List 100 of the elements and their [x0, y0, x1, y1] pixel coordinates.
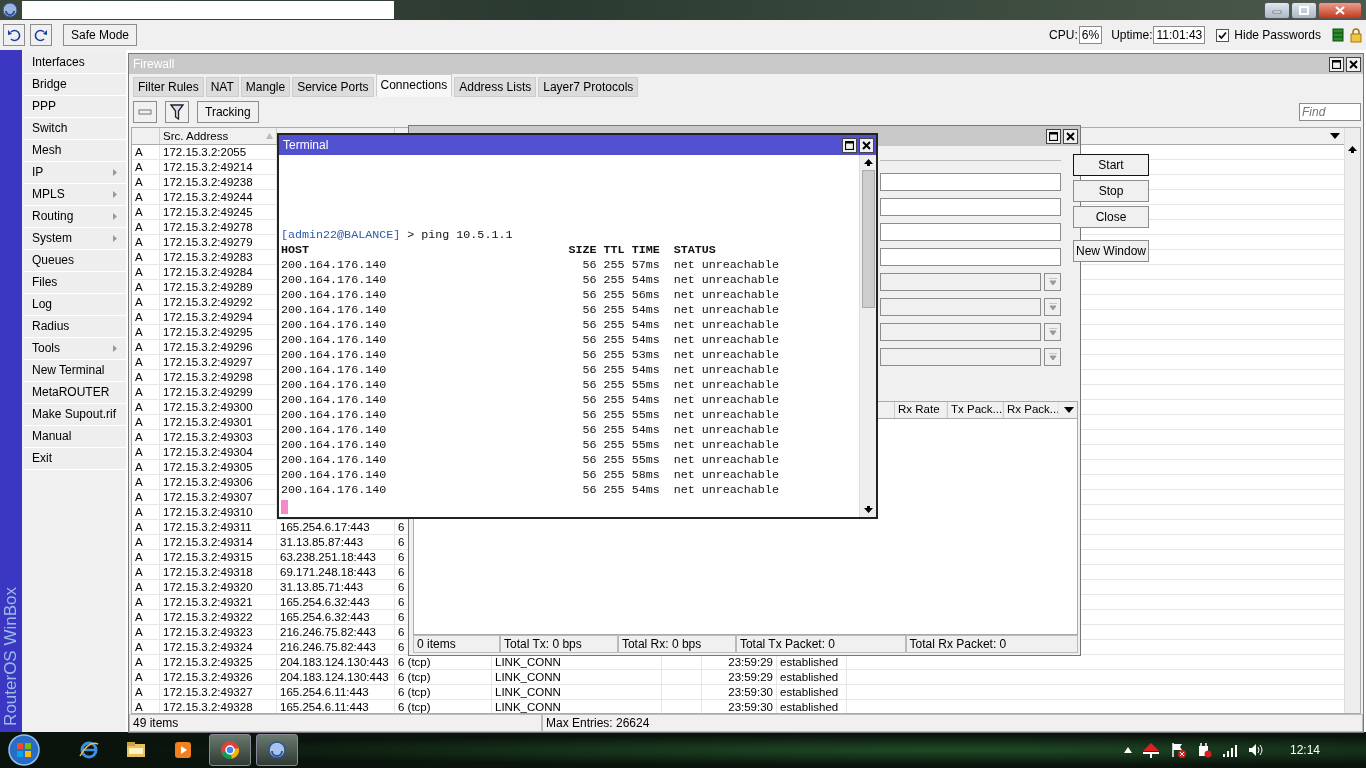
close-button[interactable] — [1063, 128, 1078, 144]
tab[interactable]: Service Ports — [292, 77, 374, 97]
table-cell: 172.15.3.2:49315 — [160, 550, 277, 564]
signal-icon[interactable] — [1221, 743, 1238, 757]
terminal-text: 56 — [581, 318, 597, 333]
maximize-button[interactable] — [1046, 128, 1061, 144]
terminal-text: 56 — [581, 423, 597, 438]
column-header[interactable]: Rx Pack... — [1003, 402, 1059, 418]
scroll-up-icon[interactable] — [1348, 146, 1357, 153]
column-header[interactable]: Rx Rate — [894, 402, 947, 418]
start-button[interactable] — [6, 734, 42, 766]
input-field[interactable] — [880, 223, 1061, 241]
close-button[interactable] — [1318, 1, 1362, 19]
input-field[interactable] — [880, 173, 1061, 191]
terminal-text: 255 — [603, 333, 625, 348]
terminal-text: 56 — [581, 453, 597, 468]
lock-icon — [1349, 27, 1363, 43]
dropdown-arrow-icon[interactable] — [1063, 406, 1075, 414]
dropdown-arrow-icon[interactable] — [1329, 132, 1341, 140]
terminal-text: net unreachable — [673, 363, 779, 378]
undo-button[interactable] — [3, 24, 25, 46]
dropdown-button[interactable] — [1044, 348, 1061, 366]
minimize-button[interactable] — [1264, 1, 1290, 19]
maximize-button[interactable] — [1291, 1, 1317, 19]
terminal-text: 200.164.176.140 — [281, 393, 388, 408]
terminal-text: 255 — [603, 258, 625, 273]
dropdown-button[interactable] — [1044, 273, 1061, 291]
network-icon[interactable] — [1141, 742, 1160, 758]
terminal-text: 56 — [581, 408, 597, 423]
dropdown-field[interactable] — [880, 273, 1041, 291]
clock[interactable]: 12:14 — [1289, 742, 1320, 758]
filter-button[interactable] — [165, 101, 189, 123]
terminal-text: 56 — [581, 288, 597, 303]
table-cell: A — [132, 190, 160, 204]
terminal-text: net unreachable — [673, 483, 779, 498]
terminal-text: net unreachable — [673, 273, 779, 288]
table-cell: A — [132, 250, 160, 264]
tab[interactable]: Layer7 Protocols — [538, 77, 639, 97]
close-icon — [1349, 59, 1358, 69]
close-icon — [1066, 131, 1075, 141]
close-button[interactable] — [859, 137, 874, 153]
status-text: 49 items — [129, 714, 542, 732]
dropdown-button[interactable] — [1044, 298, 1061, 316]
tab[interactable]: Mangle — [240, 77, 291, 97]
table-cell: 6 (tcp) — [395, 700, 492, 713]
dropdown-field[interactable] — [880, 298, 1041, 316]
table-cell: 204.183.124.130:443 — [277, 670, 395, 684]
dropdown-field[interactable] — [880, 323, 1041, 341]
table-cell: A — [132, 340, 160, 354]
close-button[interactable] — [1346, 56, 1361, 72]
terminal-text: 56 — [581, 393, 597, 408]
scroll-up-icon[interactable] — [863, 159, 873, 166]
terminal-text: 200.164.176.140 — [281, 348, 388, 363]
button[interactable]: New Window — [1073, 240, 1150, 262]
dropdown-button[interactable] — [1044, 323, 1061, 341]
column-header[interactable]: Tx Pack... — [947, 402, 1003, 418]
table-cell: A — [132, 595, 160, 609]
terminal-text: TIME — [631, 243, 660, 258]
button[interactable]: Start — [1073, 154, 1150, 176]
volume-icon[interactable] — [1247, 743, 1264, 757]
safe-mode-button[interactable]: Safe Mode — [63, 24, 138, 46]
table-cell: established — [777, 685, 847, 699]
maximize-button[interactable] — [1329, 56, 1344, 72]
tab[interactable]: NAT — [205, 77, 239, 97]
redo-icon — [34, 28, 48, 42]
tab[interactable]: Address Lists — [454, 77, 537, 97]
dropdown-field[interactable] — [880, 348, 1041, 366]
tab[interactable]: Connections — [375, 74, 453, 97]
taskbar-button[interactable] — [209, 734, 251, 766]
table-cell: 69.171.248.18:443 — [277, 565, 395, 579]
table-cell: A — [132, 490, 160, 504]
filter-icon — [170, 104, 184, 120]
maximize-button[interactable] — [842, 137, 857, 153]
tab[interactable]: Filter Rules — [133, 77, 204, 97]
redo-button[interactable] — [30, 24, 52, 46]
terminal-text: 255 — [603, 363, 625, 378]
tracking-button[interactable]: Tracking — [197, 101, 259, 123]
scroll-thumb[interactable] — [861, 170, 875, 308]
table-cell: A — [132, 535, 160, 549]
terminal-text: 56 — [581, 333, 597, 348]
button[interactable]: Close — [1073, 206, 1150, 228]
terminal-text: net unreachable — [673, 348, 779, 363]
flag-icon[interactable] — [1169, 742, 1186, 758]
input-field[interactable] — [880, 248, 1061, 266]
table-cell: A — [132, 265, 160, 279]
button[interactable]: Stop — [1073, 180, 1150, 202]
scroll-down-icon[interactable] — [863, 506, 873, 513]
find-field[interactable]: Find — [1299, 103, 1361, 121]
table-cell: established — [777, 670, 847, 684]
taskbar-button[interactable] — [256, 734, 298, 766]
table-cell: A — [132, 640, 160, 654]
checkbox[interactable] — [1216, 28, 1230, 42]
table-cell: A — [132, 670, 160, 684]
uptime-label: Uptime: — [1111, 27, 1153, 43]
table-cell: A — [132, 415, 160, 429]
table-cell: 172.15.3.2:49325 — [160, 655, 277, 669]
table-cell: 165.254.6.32:443 — [277, 610, 395, 624]
remove-button[interactable] — [133, 101, 157, 123]
input-field[interactable] — [880, 198, 1061, 216]
show-hidden-icons[interactable] — [1123, 747, 1132, 753]
